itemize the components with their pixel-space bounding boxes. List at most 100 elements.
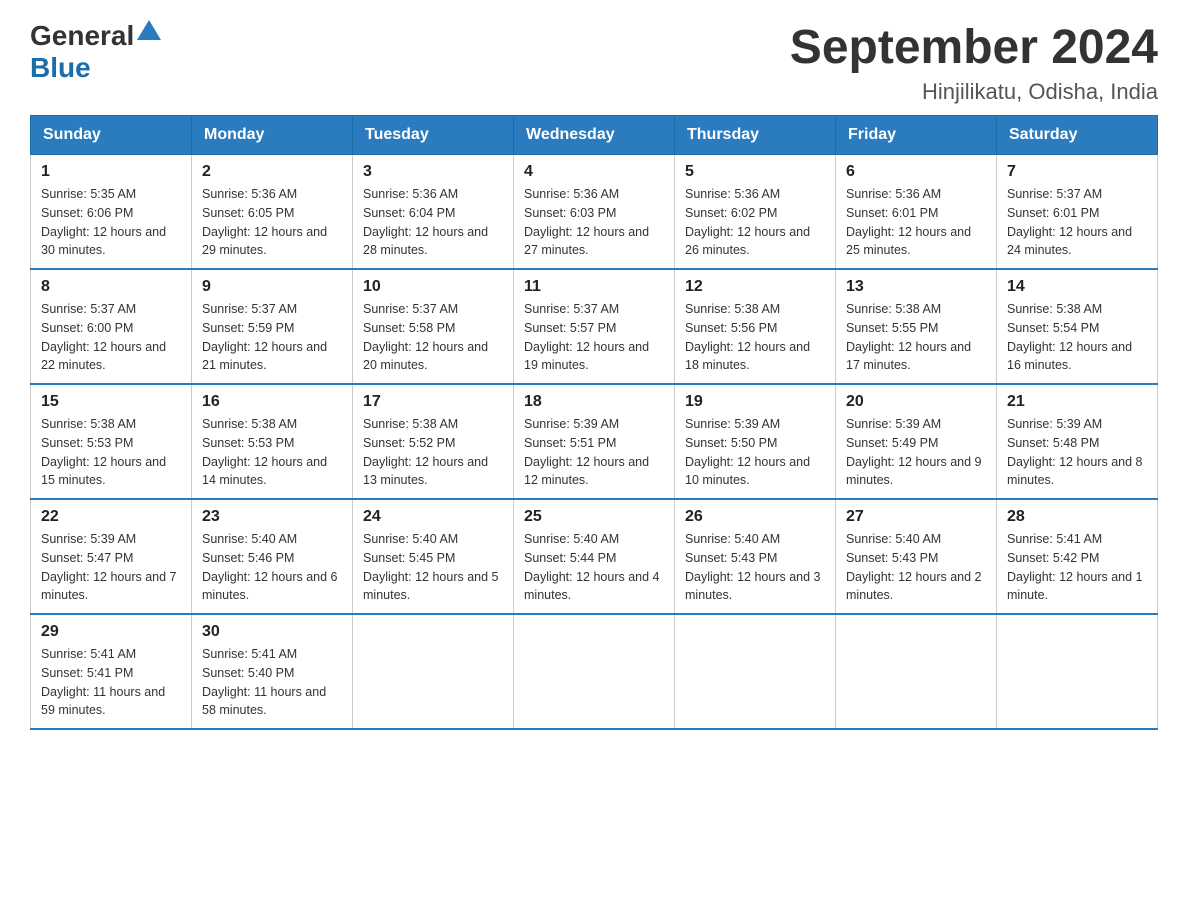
day-info: Sunrise: 5:37 AMSunset: 6:01 PMDaylight:… [1007,185,1147,260]
day-number: 7 [1007,163,1147,181]
calendar-location: Hinjilikatu, Odisha, India [790,79,1158,105]
table-row: 5 Sunrise: 5:36 AMSunset: 6:02 PMDayligh… [675,155,836,270]
day-info: Sunrise: 5:40 AMSunset: 5:44 PMDaylight:… [524,530,664,605]
day-number: 25 [524,508,664,526]
day-number: 3 [363,163,503,181]
day-info: Sunrise: 5:37 AMSunset: 5:57 PMDaylight:… [524,300,664,375]
day-number: 28 [1007,508,1147,526]
col-wednesday: Wednesday [514,116,675,155]
day-number: 2 [202,163,342,181]
logo-triangle-icon [137,20,161,40]
day-number: 4 [524,163,664,181]
table-row: 3 Sunrise: 5:36 AMSunset: 6:04 PMDayligh… [353,155,514,270]
col-monday: Monday [192,116,353,155]
table-row: 6 Sunrise: 5:36 AMSunset: 6:01 PMDayligh… [836,155,997,270]
day-number: 14 [1007,278,1147,296]
day-info: Sunrise: 5:41 AMSunset: 5:40 PMDaylight:… [202,645,342,720]
day-info: Sunrise: 5:38 AMSunset: 5:55 PMDaylight:… [846,300,986,375]
table-row: 28 Sunrise: 5:41 AMSunset: 5:42 PMDaylig… [997,499,1158,614]
table-row: 30 Sunrise: 5:41 AMSunset: 5:40 PMDaylig… [192,614,353,729]
table-row: 16 Sunrise: 5:38 AMSunset: 5:53 PMDaylig… [192,384,353,499]
table-row [675,614,836,729]
day-number: 26 [685,508,825,526]
table-row: 12 Sunrise: 5:38 AMSunset: 5:56 PMDaylig… [675,269,836,384]
table-row: 23 Sunrise: 5:40 AMSunset: 5:46 PMDaylig… [192,499,353,614]
day-info: Sunrise: 5:37 AMSunset: 5:58 PMDaylight:… [363,300,503,375]
table-row: 11 Sunrise: 5:37 AMSunset: 5:57 PMDaylig… [514,269,675,384]
day-number: 1 [41,163,181,181]
day-number: 16 [202,393,342,411]
page-header: General Blue September 2024 Hinjilikatu,… [30,20,1158,105]
day-info: Sunrise: 5:37 AMSunset: 6:00 PMDaylight:… [41,300,181,375]
day-number: 12 [685,278,825,296]
day-number: 24 [363,508,503,526]
day-number: 5 [685,163,825,181]
calendar-header-row: Sunday Monday Tuesday Wednesday Thursday… [31,116,1158,155]
day-number: 27 [846,508,986,526]
col-sunday: Sunday [31,116,192,155]
calendar-week-row: 22 Sunrise: 5:39 AMSunset: 5:47 PMDaylig… [31,499,1158,614]
day-info: Sunrise: 5:36 AMSunset: 6:02 PMDaylight:… [685,185,825,260]
day-info: Sunrise: 5:41 AMSunset: 5:42 PMDaylight:… [1007,530,1147,605]
day-info: Sunrise: 5:36 AMSunset: 6:03 PMDaylight:… [524,185,664,260]
day-info: Sunrise: 5:41 AMSunset: 5:41 PMDaylight:… [41,645,181,720]
table-row: 21 Sunrise: 5:39 AMSunset: 5:48 PMDaylig… [997,384,1158,499]
logo-general-text: General [30,20,134,52]
table-row [997,614,1158,729]
table-row: 1 Sunrise: 5:35 AMSunset: 6:06 PMDayligh… [31,155,192,270]
col-saturday: Saturday [997,116,1158,155]
day-number: 18 [524,393,664,411]
day-info: Sunrise: 5:35 AMSunset: 6:06 PMDaylight:… [41,185,181,260]
logo-blue-text: Blue [30,52,91,83]
table-row: 22 Sunrise: 5:39 AMSunset: 5:47 PMDaylig… [31,499,192,614]
day-number: 22 [41,508,181,526]
calendar-title-section: September 2024 Hinjilikatu, Odisha, Indi… [790,20,1158,105]
day-info: Sunrise: 5:39 AMSunset: 5:51 PMDaylight:… [524,415,664,490]
table-row [836,614,997,729]
calendar-table: Sunday Monday Tuesday Wednesday Thursday… [30,115,1158,730]
table-row: 27 Sunrise: 5:40 AMSunset: 5:43 PMDaylig… [836,499,997,614]
table-row: 7 Sunrise: 5:37 AMSunset: 6:01 PMDayligh… [997,155,1158,270]
day-info: Sunrise: 5:36 AMSunset: 6:05 PMDaylight:… [202,185,342,260]
calendar-week-row: 1 Sunrise: 5:35 AMSunset: 6:06 PMDayligh… [31,155,1158,270]
logo: General Blue [30,20,161,84]
calendar-week-row: 15 Sunrise: 5:38 AMSunset: 5:53 PMDaylig… [31,384,1158,499]
table-row: 9 Sunrise: 5:37 AMSunset: 5:59 PMDayligh… [192,269,353,384]
day-number: 11 [524,278,664,296]
table-row: 4 Sunrise: 5:36 AMSunset: 6:03 PMDayligh… [514,155,675,270]
day-number: 8 [41,278,181,296]
calendar-week-row: 8 Sunrise: 5:37 AMSunset: 6:00 PMDayligh… [31,269,1158,384]
table-row: 8 Sunrise: 5:37 AMSunset: 6:00 PMDayligh… [31,269,192,384]
table-row: 29 Sunrise: 5:41 AMSunset: 5:41 PMDaylig… [31,614,192,729]
col-friday: Friday [836,116,997,155]
table-row: 13 Sunrise: 5:38 AMSunset: 5:55 PMDaylig… [836,269,997,384]
day-number: 6 [846,163,986,181]
day-number: 30 [202,623,342,641]
day-info: Sunrise: 5:37 AMSunset: 5:59 PMDaylight:… [202,300,342,375]
day-number: 19 [685,393,825,411]
day-info: Sunrise: 5:39 AMSunset: 5:49 PMDaylight:… [846,415,986,490]
table-row [514,614,675,729]
col-thursday: Thursday [675,116,836,155]
day-number: 29 [41,623,181,641]
day-number: 23 [202,508,342,526]
table-row: 17 Sunrise: 5:38 AMSunset: 5:52 PMDaylig… [353,384,514,499]
day-info: Sunrise: 5:38 AMSunset: 5:53 PMDaylight:… [202,415,342,490]
table-row: 18 Sunrise: 5:39 AMSunset: 5:51 PMDaylig… [514,384,675,499]
col-tuesday: Tuesday [353,116,514,155]
day-info: Sunrise: 5:40 AMSunset: 5:46 PMDaylight:… [202,530,342,605]
day-info: Sunrise: 5:40 AMSunset: 5:45 PMDaylight:… [363,530,503,605]
day-number: 21 [1007,393,1147,411]
day-info: Sunrise: 5:36 AMSunset: 6:04 PMDaylight:… [363,185,503,260]
table-row: 25 Sunrise: 5:40 AMSunset: 5:44 PMDaylig… [514,499,675,614]
day-number: 13 [846,278,986,296]
day-info: Sunrise: 5:38 AMSunset: 5:56 PMDaylight:… [685,300,825,375]
table-row: 15 Sunrise: 5:38 AMSunset: 5:53 PMDaylig… [31,384,192,499]
day-info: Sunrise: 5:40 AMSunset: 5:43 PMDaylight:… [685,530,825,605]
day-info: Sunrise: 5:39 AMSunset: 5:48 PMDaylight:… [1007,415,1147,490]
calendar-week-row: 29 Sunrise: 5:41 AMSunset: 5:41 PMDaylig… [31,614,1158,729]
day-number: 10 [363,278,503,296]
day-number: 17 [363,393,503,411]
day-info: Sunrise: 5:39 AMSunset: 5:47 PMDaylight:… [41,530,181,605]
table-row: 19 Sunrise: 5:39 AMSunset: 5:50 PMDaylig… [675,384,836,499]
